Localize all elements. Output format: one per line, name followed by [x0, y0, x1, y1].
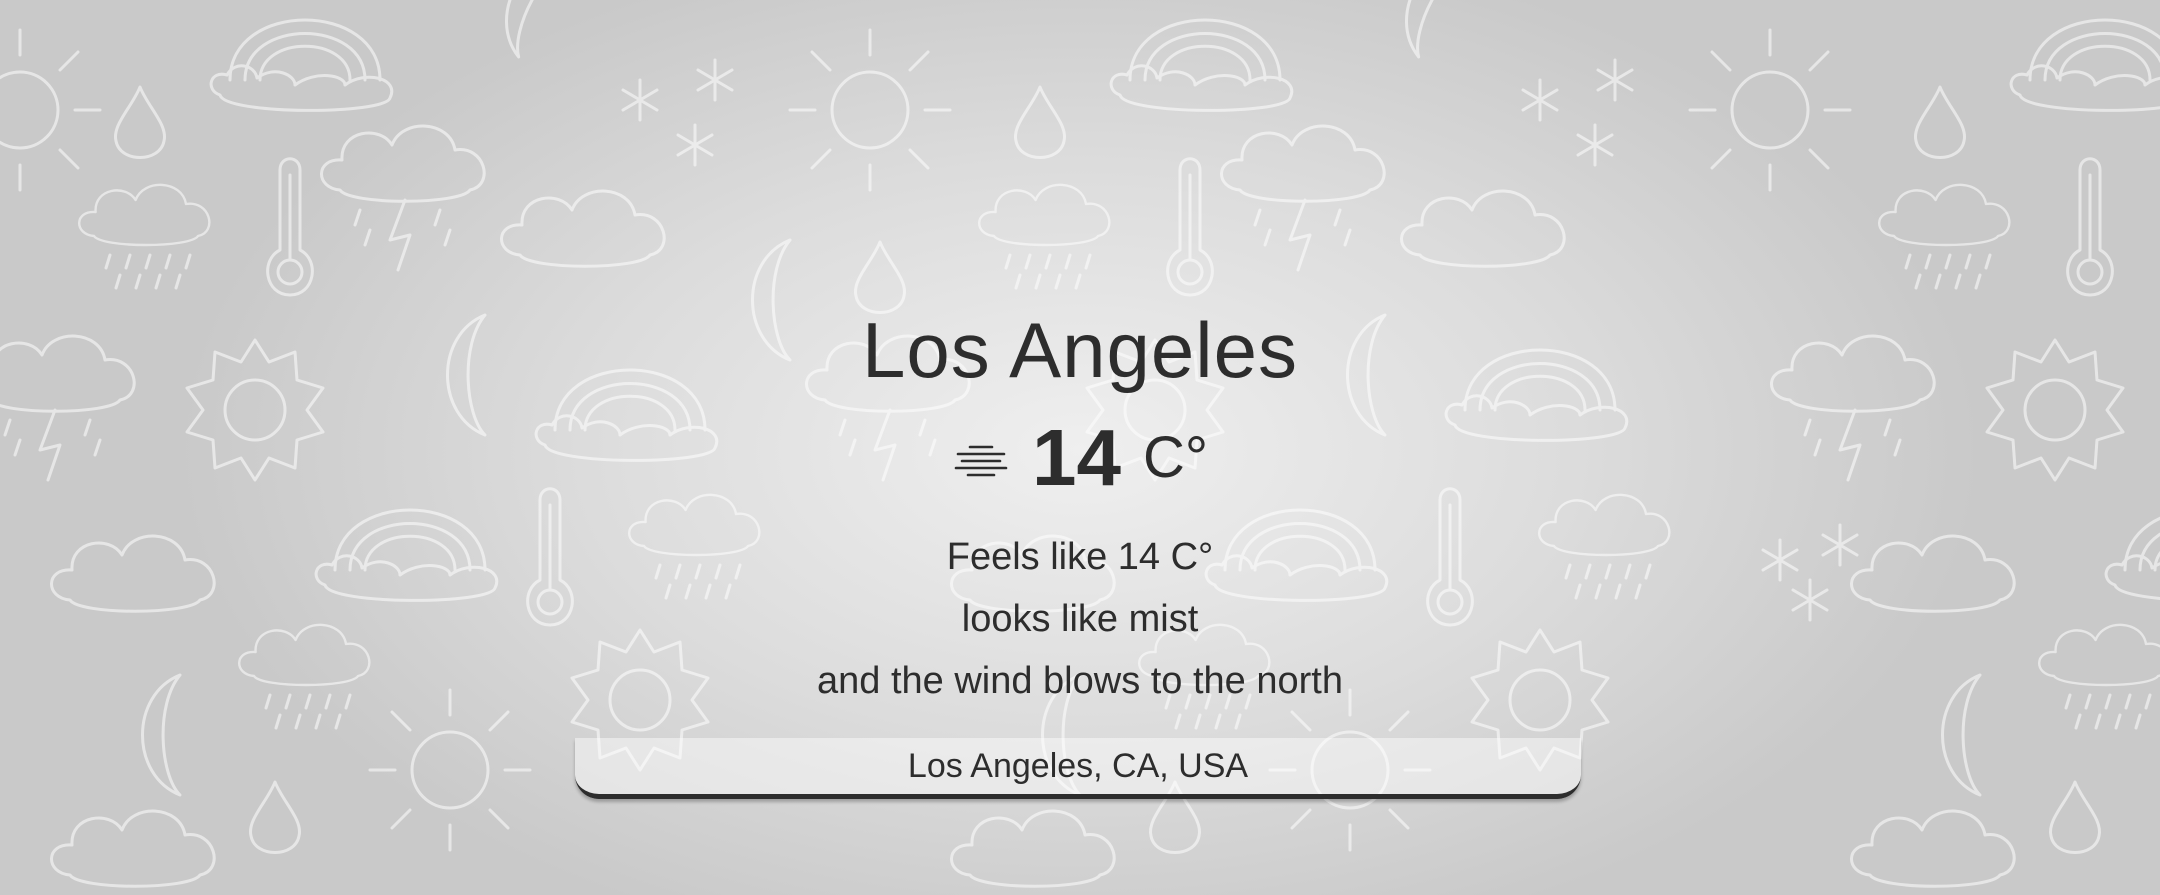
location-search-box — [575, 738, 1581, 799]
temperature-row: 14 C° — [0, 418, 2160, 498]
city-title: Los Angeles — [861, 306, 1298, 394]
weather-card: Los Angeles 14 C° Feels like 14 C° looks… — [0, 300, 2160, 712]
location-search-input[interactable] — [575, 738, 1581, 794]
temperature-unit: C° — [1142, 425, 1209, 490]
mist-icon — [954, 445, 1008, 477]
wind-text: and the wind blows to the north — [816, 660, 1343, 702]
temperature-value: 14 — [1031, 413, 1121, 502]
condition-text: looks like mist — [961, 598, 1199, 640]
feels-like-text: Feels like 14 C° — [946, 536, 1214, 578]
